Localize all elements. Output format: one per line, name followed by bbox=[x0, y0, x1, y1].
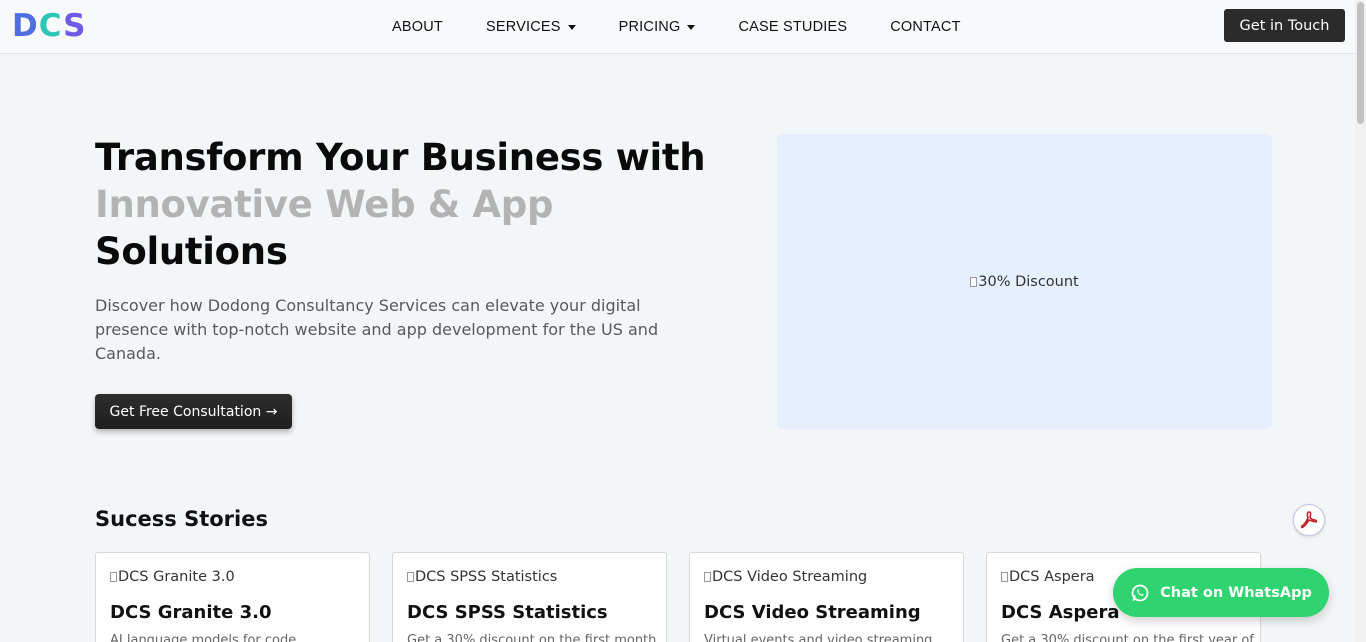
card-title: DCS Video Streaming bbox=[704, 602, 921, 623]
pdf-download-button[interactable] bbox=[1293, 504, 1325, 536]
card-image-placeholder: DCS Granite 3.0 bbox=[110, 569, 235, 585]
whatsapp-button-label: Chat on WhatsApp bbox=[1160, 584, 1312, 601]
chat-on-whatsapp-button[interactable]: Chat on WhatsApp bbox=[1113, 568, 1329, 617]
whatsapp-icon bbox=[1130, 583, 1150, 603]
site-logo[interactable]: DCS bbox=[12, 7, 86, 45]
broken-image-icon bbox=[1001, 572, 1008, 582]
nav-item-services[interactable]: SERVICES bbox=[486, 19, 576, 35]
card-image-placeholder: DCS Aspera bbox=[1001, 569, 1095, 585]
hero-description: Discover how Dodong Consultancy Services… bbox=[95, 296, 659, 363]
card-image-alt-text: DCS Granite 3.0 bbox=[118, 569, 235, 585]
card-image-alt-text: DCS SPSS Statistics bbox=[415, 569, 558, 585]
broken-image-placeholder: 30% Discount bbox=[970, 274, 1079, 290]
page-scrollbar[interactable] bbox=[1355, 0, 1366, 642]
broken-image-icon bbox=[704, 572, 711, 582]
hero-image-alt-text: 30% Discount bbox=[978, 273, 1079, 290]
card-description: Get a 30% discount on the first month bbox=[407, 633, 657, 642]
broken-image-icon bbox=[110, 572, 117, 582]
hero-heading-line1: Transform Your Business with bbox=[95, 136, 706, 179]
card-image-placeholder: DCS SPSS Statistics bbox=[407, 569, 557, 585]
hero-heading: Transform Your Business with Innovative … bbox=[95, 134, 735, 275]
card-image-placeholder: DCS Video Streaming bbox=[704, 569, 867, 585]
nav-item-contact[interactable]: CONTACT bbox=[890, 19, 960, 35]
card-image-alt-text: DCS Aspera bbox=[1009, 569, 1095, 585]
chevron-down-icon bbox=[687, 24, 696, 30]
logo-letter-d: D bbox=[12, 8, 39, 44]
card-description: Get a 30% discount on the first year of bbox=[1001, 633, 1254, 642]
hero-discount-image: 30% Discount bbox=[777, 134, 1272, 429]
nav-item-about[interactable]: ABOUT bbox=[392, 19, 443, 35]
story-card[interactable]: DCS Granite 3.0 DCS Granite 3.0 AI langu… bbox=[95, 552, 370, 642]
card-title: DCS Granite 3.0 bbox=[110, 602, 272, 623]
hero-heading-line3: Solutions bbox=[95, 230, 288, 273]
card-title: DCS Aspera bbox=[1001, 602, 1120, 623]
scrollbar-thumb[interactable] bbox=[1357, 2, 1364, 124]
logo-letter-c: C bbox=[38, 8, 64, 44]
nav-item-case-studies-label: CASE STUDIES bbox=[738, 19, 848, 35]
card-description: Virtual events and video streaming bbox=[704, 633, 933, 642]
nav-item-pricing[interactable]: PRICING bbox=[619, 19, 696, 35]
card-title: DCS SPSS Statistics bbox=[407, 602, 608, 623]
story-card[interactable]: DCS Video Streaming DCS Video Streaming … bbox=[689, 552, 964, 642]
card-image-alt-text: DCS Video Streaming bbox=[712, 569, 868, 585]
nav-item-about-label: ABOUT bbox=[392, 19, 443, 35]
story-card[interactable]: DCS SPSS Statistics DCS SPSS Statistics … bbox=[392, 552, 667, 642]
hero-heading-highlight: Innovative Web & App bbox=[95, 183, 554, 226]
top-navbar: DCS ABOUT SERVICES PRICING CASE STUDIES … bbox=[0, 0, 1355, 54]
nav-item-contact-label: CONTACT bbox=[890, 19, 961, 35]
nav-item-services-label: SERVICES bbox=[485, 19, 561, 35]
card-description: AI language models for code bbox=[110, 633, 297, 642]
success-stories-heading: Sucess Stories bbox=[95, 507, 268, 531]
nav-menu: ABOUT SERVICES PRICING CASE STUDIES CONT… bbox=[392, 0, 1004, 54]
chevron-down-icon bbox=[567, 24, 576, 30]
pdf-icon bbox=[1300, 511, 1318, 529]
logo-letter-s: S bbox=[63, 8, 87, 44]
free-consultation-button[interactable]: Get Free Consultation → bbox=[95, 394, 292, 429]
nav-item-case-studies[interactable]: CASE STUDIES bbox=[738, 19, 847, 35]
get-in-touch-button[interactable]: Get in Touch bbox=[1224, 9, 1345, 42]
broken-image-icon bbox=[970, 276, 978, 287]
broken-image-icon bbox=[407, 572, 414, 582]
nav-item-pricing-label: PRICING bbox=[618, 19, 681, 35]
